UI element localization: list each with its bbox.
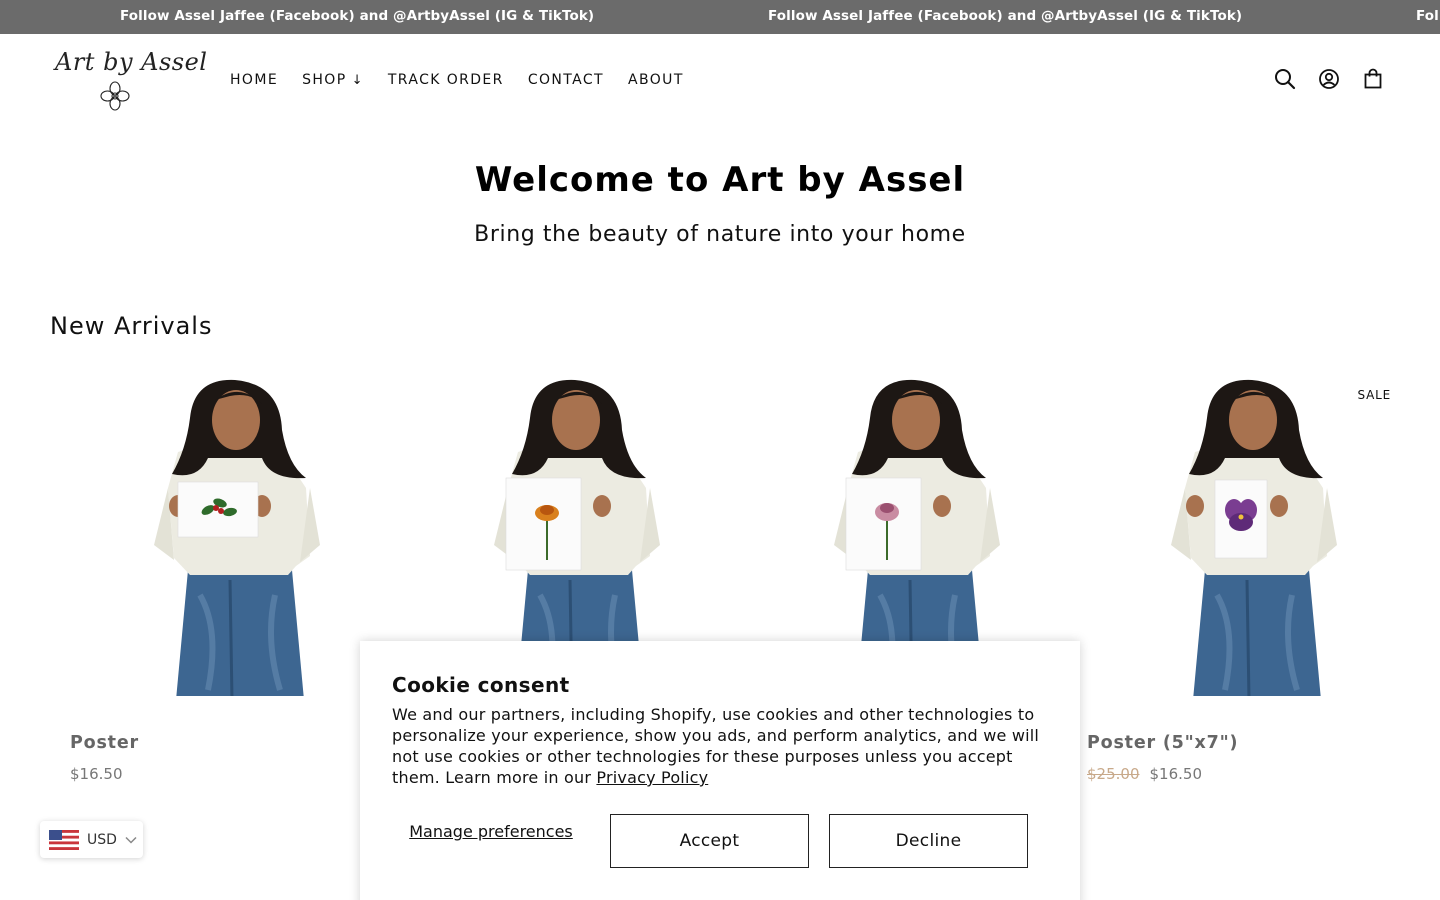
sale-badge: SALE [1357,388,1391,402]
manage-preferences-link[interactable]: Manage preferences [392,822,590,841]
account-icon[interactable] [1318,68,1340,90]
main-nav: HOME SHOP ↓ TRACK ORDER CONTACT ABOUT [230,72,708,88]
product-image-pansy[interactable] [1087,370,1407,696]
chevron-down-icon [125,836,137,844]
product-image-holly[interactable] [70,370,390,696]
cookie-body: We and our partners, including Shopify, … [392,704,1052,788]
logo-text: Art by Assel [55,48,208,76]
announcement-bar: Follow Assel Jaffee (Facebook) and @Artb… [0,0,1440,34]
currency-selector[interactable]: USD [40,821,143,858]
cookie-text: We and our partners, including Shopify, … [392,705,1040,787]
announcement-message: Follow Assel Jaffee (Facebook) and @Artb… [1416,8,1440,24]
logo[interactable]: Art by Assel [52,48,207,112]
accept-button[interactable]: Accept [610,814,809,868]
arrow-down-icon: ↓ [351,72,364,88]
nav-shop-label: SHOP [302,72,347,88]
site-header: Art by Assel HOME SHOP ↓ TRACK ORDER CONT… [0,34,1440,126]
section-title: New Arrivals [50,312,213,340]
nav-track-order[interactable]: TRACK ORDER [388,72,504,88]
product-name[interactable]: Poster [70,733,139,753]
currency-code: USD [87,831,117,848]
nav-home[interactable]: HOME [230,72,278,88]
price-compare-at: $25.00 [1087,765,1140,783]
nav-about-label: ABOUT [628,72,684,88]
us-flag-icon [49,829,79,850]
privacy-policy-link[interactable]: Privacy Policy [596,768,708,787]
decline-button[interactable]: Decline [829,814,1028,868]
nav-contact[interactable]: CONTACT [528,72,604,88]
announcement-message: Follow Assel Jaffee (Facebook) and @Artb… [768,8,1243,24]
price-current: $16.50 [70,765,123,783]
product-price: $16.50 [70,765,123,783]
price-current: $16.50 [1149,765,1203,783]
announcement-message: Follow Assel Jaffee (Facebook) and @Artb… [120,8,595,24]
nav-about[interactable]: ABOUT [628,72,684,88]
product-name[interactable]: Poster (5"x7") [1087,733,1238,753]
page-subtitle: Bring the beauty of nature into your hom… [474,222,966,247]
nav-contact-label: CONTACT [527,72,605,88]
search-icon[interactable] [1274,68,1296,90]
flower-logo-icon [100,81,130,111]
nav-home-label: HOME [230,72,279,88]
nav-shop[interactable]: SHOP ↓ [302,72,364,88]
cart-icon[interactable] [1362,68,1384,90]
page-title: Welcome to Art by Assel [474,160,966,200]
nav-track-order-label: TRACK ORDER [387,72,504,88]
cookie-consent-dialog: Cookie consent We and our partners, incl… [360,641,1080,900]
product-price: $25.00 $16.50 [1087,765,1202,783]
cookie-title: Cookie consent [392,673,570,697]
header-icons [1274,68,1384,90]
